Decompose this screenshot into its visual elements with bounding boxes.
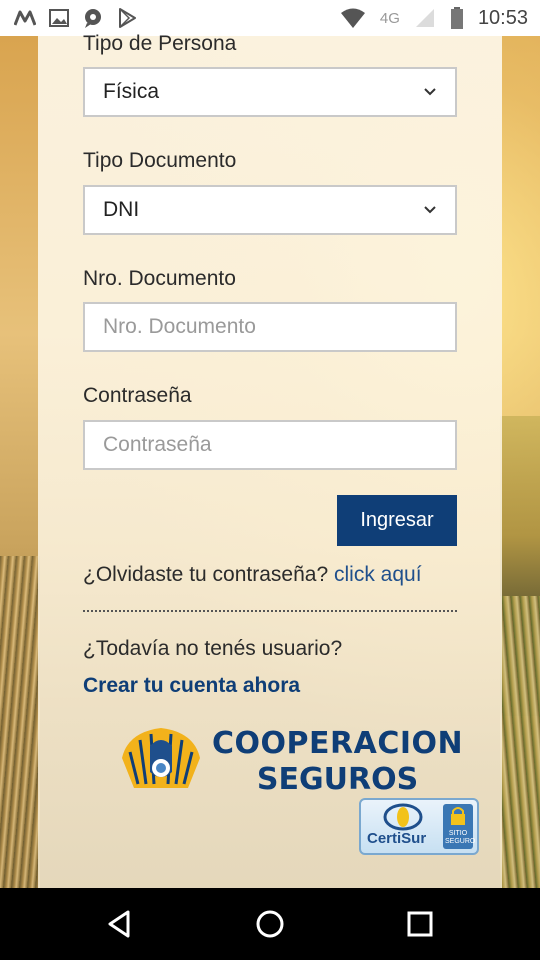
- signal-icon: [415, 9, 434, 27]
- password-input[interactable]: Contraseña: [83, 420, 457, 470]
- padlock-icon: [451, 807, 465, 825]
- nro-documento-input[interactable]: Nro. Documento: [83, 302, 457, 352]
- m-icon: [14, 10, 36, 26]
- network-type: 4G: [379, 9, 400, 27]
- chat-icon: [85, 9, 101, 28]
- chevron-down-icon: [424, 206, 436, 214]
- create-account-link[interactable]: Crear tu cuenta ahora: [83, 674, 300, 698]
- tipo-documento-label: Tipo Documento: [83, 149, 237, 172]
- clock: 10:53: [477, 6, 528, 29]
- tipo-persona-label: Tipo de Persona: [83, 32, 237, 55]
- play-store-icon: [119, 8, 136, 28]
- login-card: Tipo de Persona Física Tipo Documento DN…: [38, 32, 502, 888]
- tipo-persona-select[interactable]: Física: [83, 67, 457, 117]
- forgot-password-text: ¿Olvidaste tu contraseña?: [83, 563, 329, 586]
- certisur-badge[interactable]: CertiSur SITIO SEGURO: [359, 798, 479, 855]
- tipo-documento-value: DNI: [103, 198, 140, 221]
- nro-documento-label: Nro. Documento: [83, 267, 236, 290]
- hands-emblem-icon: [122, 728, 200, 788]
- forgot-password: ¿Olvidaste tu contraseña? click aquí: [83, 563, 422, 587]
- certisur-name: CertiSur: [367, 830, 427, 847]
- tipo-documento-select[interactable]: DNI: [83, 185, 457, 235]
- image-icon: [49, 9, 69, 27]
- status-bar: 4G 10:53: [0, 0, 540, 36]
- password-label: Contraseña: [83, 384, 192, 407]
- nro-documento-placeholder: Nro. Documento: [103, 315, 256, 338]
- divider: [83, 610, 457, 612]
- certisur-logo-icon: [383, 803, 423, 831]
- signup-prompt: ¿Todavía no tenés usuario?: [83, 637, 343, 660]
- chevron-down-icon: [424, 88, 436, 96]
- forgot-password-link[interactable]: click aquí: [334, 563, 422, 586]
- secure-site-label: SITIO SEGURO: [445, 830, 476, 845]
- home-icon[interactable]: [254, 908, 286, 940]
- brand-text: COOPERACION SEGUROS: [212, 726, 463, 798]
- wifi-icon: [340, 8, 365, 28]
- brand-line1: COOPERACION: [212, 726, 464, 761]
- battery-icon: [450, 7, 463, 29]
- cooperacion-seguros-logo: COOPERACION SEGUROS: [118, 722, 463, 802]
- back-icon[interactable]: [104, 908, 136, 940]
- navigation-bar: [0, 888, 540, 960]
- wheat-field-right: [500, 596, 540, 888]
- ingresar-button[interactable]: Ingresar: [337, 495, 457, 546]
- brand-line2: SEGUROS: [256, 762, 419, 797]
- recents-icon[interactable]: [404, 908, 436, 940]
- tipo-persona-value: Física: [103, 80, 160, 103]
- wheat-field-left: [0, 556, 40, 888]
- password-placeholder: Contraseña: [103, 433, 212, 456]
- lock-icon: SITIO SEGURO: [443, 804, 476, 849]
